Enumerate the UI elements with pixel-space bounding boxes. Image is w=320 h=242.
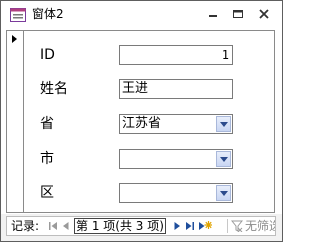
record-navigation-bar: 记录: 第 1 项(共 3 项) 无筛: [1, 214, 282, 241]
city-combo[interactable]: [119, 149, 233, 169]
chevron-down-icon: [220, 191, 228, 196]
nav-separator: [227, 219, 228, 233]
close-icon[interactable]: [255, 6, 273, 22]
district-combo[interactable]: [119, 183, 233, 203]
city-dropdown-button[interactable]: [216, 151, 231, 167]
title-bar: 窗体2: [1, 1, 282, 28]
name-field[interactable]: 王进: [119, 79, 233, 99]
province-value: 江苏省: [122, 116, 162, 131]
province-combo[interactable]: 江苏省: [119, 114, 233, 134]
navigation-panel: 记录: 第 1 项(共 3 项) 无筛: [6, 216, 276, 236]
form-detail: ID 1 姓名 王进 省 江苏省 市 区: [24, 30, 275, 213]
previous-record-icon[interactable]: [60, 220, 72, 232]
form-window: 窗体2 ID 1 姓名 王进 省 江苏省 市 区 记录: 第 1 项(共 3 项…: [0, 0, 283, 242]
window-title: 窗体2: [32, 7, 64, 21]
filter-status-label[interactable]: 无筛选: [245, 218, 275, 234]
restore-icon[interactable]: [229, 6, 247, 22]
district-label: 区: [40, 185, 54, 201]
name-label: 姓名: [40, 81, 68, 97]
form-icon: [10, 8, 26, 22]
minimize-icon[interactable]: [204, 6, 222, 22]
records-label: 记录:: [11, 219, 40, 233]
chevron-down-icon: [220, 122, 228, 127]
id-field[interactable]: 1: [119, 45, 233, 65]
province-dropdown-button[interactable]: [216, 116, 231, 132]
current-record-arrow-icon: [12, 35, 17, 43]
province-label: 省: [40, 116, 54, 132]
next-record-icon[interactable]: [171, 220, 183, 232]
record-number-box[interactable]: 第 1 项(共 3 项): [74, 218, 166, 234]
district-dropdown-button[interactable]: [216, 185, 231, 201]
id-label: ID: [40, 47, 55, 63]
filter-icon[interactable]: [231, 220, 243, 232]
new-record-icon[interactable]: [198, 220, 212, 232]
first-record-icon[interactable]: [47, 220, 59, 232]
city-label: 市: [40, 151, 54, 167]
last-record-icon[interactable]: [184, 220, 196, 232]
record-selector[interactable]: [6, 30, 24, 213]
form-content: ID 1 姓名 王进 省 江苏省 市 区: [1, 28, 282, 214]
chevron-down-icon: [220, 157, 228, 162]
